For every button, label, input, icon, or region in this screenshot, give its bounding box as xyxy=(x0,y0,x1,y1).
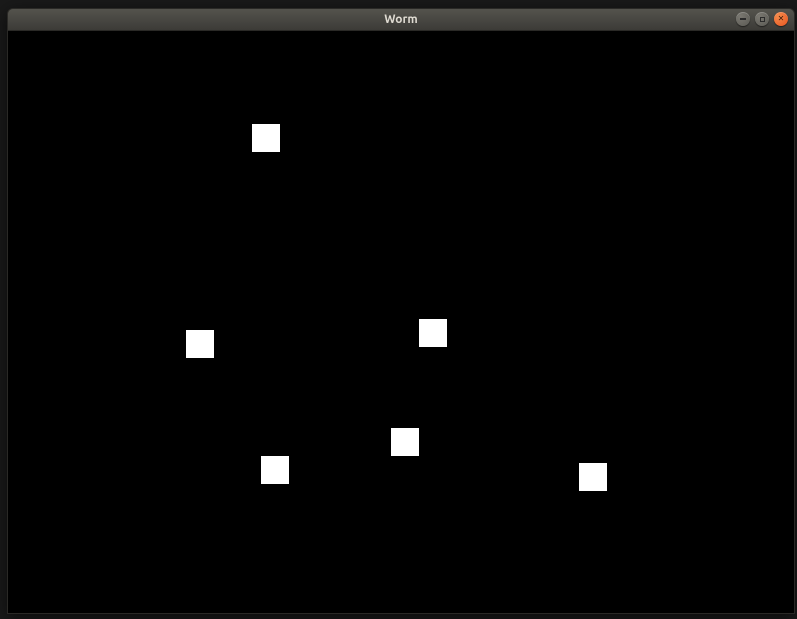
maximize-button[interactable] xyxy=(755,12,769,26)
window-controls xyxy=(736,12,788,26)
app-window: Worm xyxy=(7,8,795,614)
close-button[interactable] xyxy=(774,12,788,26)
worm-segment xyxy=(186,330,214,358)
worm-segment xyxy=(419,319,447,347)
worm-segment xyxy=(579,463,607,491)
titlebar[interactable]: Worm xyxy=(8,9,794,31)
worm-segment xyxy=(261,456,289,484)
game-canvas[interactable] xyxy=(8,31,794,613)
minimize-button[interactable] xyxy=(736,12,750,26)
worm-segment xyxy=(252,124,280,152)
worm-segment xyxy=(391,428,419,456)
window-title: Worm xyxy=(384,13,417,26)
